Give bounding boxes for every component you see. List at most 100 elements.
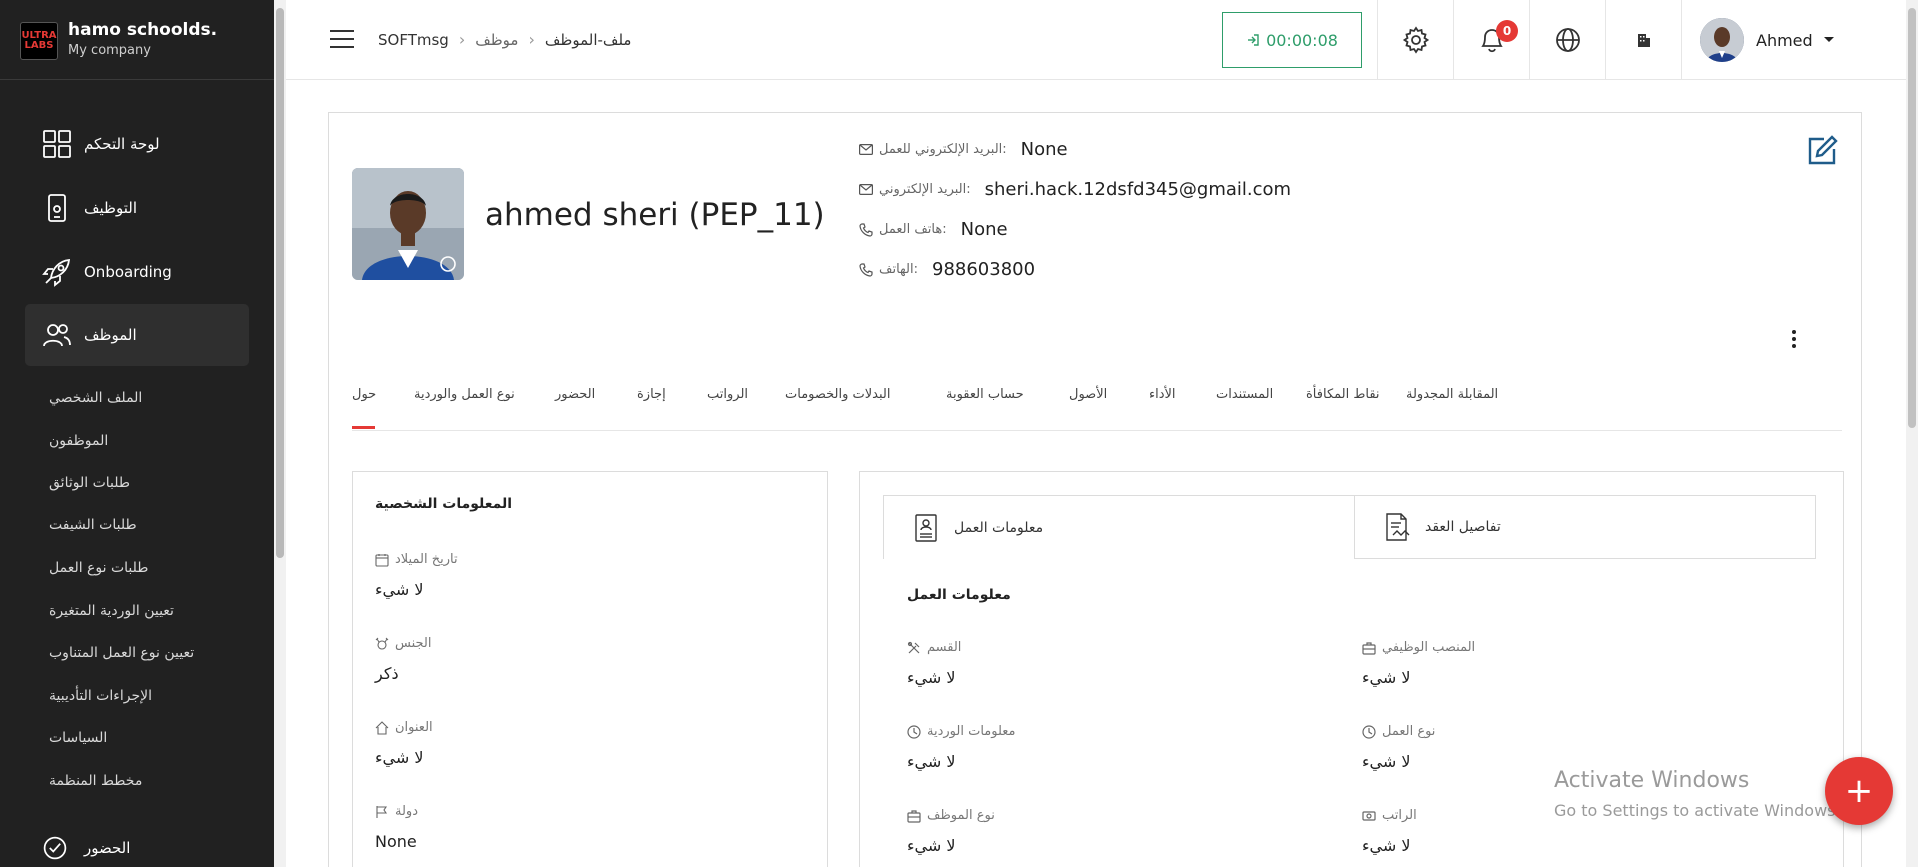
sidebar-subitem-document-requests[interactable]: طلبات الوثائق [49, 475, 130, 491]
field-value: None [375, 832, 417, 851]
timer-value: 00:00:08 [1266, 30, 1338, 50]
employee-profile-card: ahmed sheri (PEP_11) البريد الإلكتروني ل… [328, 112, 1862, 867]
company-switch-button[interactable] [1605, 0, 1681, 80]
subtab-work-info[interactable]: معلومات العمل [883, 495, 1355, 559]
sidebar-item-label: لوحة التحكم [84, 135, 160, 153]
tab-allowances-deductions[interactable]: البدلات والخصومات [785, 387, 891, 402]
breadcrumb-item[interactable]: موظف [475, 31, 518, 49]
top-header: SOFTmsg › موظف › ملف-الموظف 00:00:08 0 A… [286, 0, 1906, 80]
dashboard-grid-icon [43, 130, 71, 158]
scrollbar-thumb[interactable] [276, 8, 284, 558]
scrollbar-thumb[interactable] [1908, 8, 1916, 428]
tab-attendance[interactable]: الحضور [555, 387, 595, 402]
breadcrumb-item: ملف-الموظف [544, 30, 632, 49]
contact-work-phone: هاتف العمل: None [859, 219, 1008, 240]
page-scrollbar[interactable] [1906, 0, 1918, 867]
sidebar-item-recruitment[interactable]: التوظيف [25, 177, 249, 239]
building-icon [1637, 34, 1650, 47]
sidebar-subitem-org-chart[interactable]: مخطط المنظمة [49, 773, 142, 789]
subtab-label: تفاصيل العقد [1425, 519, 1501, 535]
panel-title: معلومات العمل [907, 587, 1011, 603]
sidebar-subitem-disciplinary-actions[interactable]: الإجراءات التأديبية [49, 688, 152, 704]
more-options-icon[interactable] [1791, 329, 1797, 349]
tab-scheduled-interviews[interactable]: المقابلة المجدولة [1406, 387, 1498, 402]
field-value: لا شيء [907, 668, 956, 687]
sign-in-icon [1248, 34, 1259, 46]
contact-phone: الهاتف: 988603800 [859, 259, 1035, 280]
sidebar-item-onboarding[interactable]: Onboarding [25, 241, 249, 303]
envelope-icon [859, 144, 873, 155]
brand[interactable]: ULTRA LABS hamo schoolds. My company [0, 0, 274, 80]
sidebar-item-attendance[interactable]: الحضور [25, 818, 249, 867]
contact-value[interactable]: sheri.hack.12dsfd345@gmail.com [985, 179, 1291, 200]
sidebar-item-dashboard[interactable]: لوحة التحكم [25, 113, 249, 175]
sidebar-subitem-rotating-work-type[interactable]: تعيين نوع العمل المتناوب [49, 645, 194, 661]
id-card-icon [915, 513, 937, 542]
clock-icon [907, 724, 921, 739]
profile-tabs: حول نوع العمل والوردية الحضور إجازة الرو… [352, 371, 1842, 431]
gender-icon [375, 637, 389, 650]
field-value: لا شيء [375, 748, 424, 767]
subtab-label: معلومات العمل [954, 519, 1044, 536]
check-circle-icon [43, 836, 67, 860]
field-value: لا شيء [907, 752, 956, 771]
tab-assets[interactable]: الأصول [1069, 387, 1107, 402]
sidebar-subitem-profile[interactable]: الملف الشخصي [49, 390, 142, 406]
contact-label: البريد الإلكتروني للعمل: [879, 142, 1007, 157]
sidebar-subitem-work-type-requests[interactable]: طلبات نوع العمل [49, 560, 148, 576]
tab-payroll[interactable]: الرواتب [707, 387, 748, 402]
notifications-button[interactable]: 0 [1453, 0, 1529, 80]
sidebar: ULTRA LABS hamo schoolds. My company لوحة… [0, 0, 274, 867]
user-menu[interactable]: Ahmed [1700, 18, 1835, 62]
windows-activation-watermark-title: Activate Windows [1554, 768, 1750, 793]
language-button[interactable] [1529, 0, 1605, 80]
field-label: نوع العمل [1362, 724, 1435, 739]
field-value: لا شيء [1362, 836, 1411, 855]
settings-button[interactable] [1377, 0, 1453, 80]
mobile-phone-icon [48, 194, 66, 222]
sidebar-item-employee[interactable]: الموظف [25, 304, 249, 366]
add-button[interactable]: + [1825, 757, 1893, 825]
company-name: hamo schoolds. [68, 20, 218, 40]
tab-leave[interactable]: إجازة [637, 387, 666, 402]
field-value: ذكر [375, 664, 399, 683]
checkin-timer-button[interactable]: 00:00:08 [1222, 12, 1362, 68]
edit-icon[interactable] [1804, 133, 1840, 169]
user-name: Ahmed [1756, 30, 1813, 50]
work-subtabs: معلومات العمل تفاصيل العقد [883, 495, 1816, 559]
sidebar-scrollbar[interactable] [274, 0, 286, 867]
field-label: العنوان [375, 720, 433, 735]
sidebar-subitem-shift-requests[interactable]: طلبات الشيفت [49, 517, 137, 533]
subtab-contract-details[interactable]: تفاصيل العقد [1354, 495, 1816, 559]
personal-info-panel: المعلومات الشخصية تاريخ الميلاد لا شيء ا… [352, 471, 828, 867]
tab-work-type-shift[interactable]: نوع العمل والوردية [414, 387, 515, 402]
contact-work-email: البريد الإلكتروني للعمل: None [859, 139, 1068, 160]
sidebar-subitem-policies[interactable]: السياسات [49, 730, 107, 746]
contact-value[interactable]: 988603800 [932, 259, 1035, 280]
sidebar-subitem-employees[interactable]: الموظفون [49, 433, 108, 449]
phone-icon [859, 262, 873, 277]
field-label: الجنس [375, 636, 431, 651]
briefcase-icon [907, 809, 921, 823]
avatar [1700, 18, 1744, 62]
contact-value: None [960, 219, 1008, 240]
tab-penalty-account[interactable]: حساب العقوبة [946, 387, 1024, 402]
company-logo: ULTRA LABS [20, 22, 58, 60]
tab-bonus-points[interactable]: نقاط المكافأة [1306, 387, 1380, 402]
breadcrumb-item[interactable]: SOFTmsg [378, 31, 449, 49]
company-subtitle: My company [68, 43, 151, 58]
employee-photo[interactable] [352, 168, 464, 280]
tab-performance[interactable]: الأداء [1149, 387, 1176, 402]
field-label: الراتب [1362, 808, 1417, 823]
tab-documents[interactable]: المستندات [1216, 387, 1273, 402]
contract-handshake-icon [1386, 513, 1410, 541]
users-icon [43, 324, 71, 347]
field-label: دولة [375, 804, 418, 819]
header-divider [1681, 0, 1682, 80]
flag-icon [376, 805, 388, 818]
sidebar-item-label: Onboarding [84, 263, 172, 281]
menu-toggle-icon[interactable] [330, 30, 354, 48]
field-value: لا شيء [1362, 668, 1411, 687]
sidebar-subitem-rotating-shift[interactable]: تعيين الوردية المتغيرة [49, 603, 174, 619]
tab-about[interactable]: حول [352, 387, 376, 402]
